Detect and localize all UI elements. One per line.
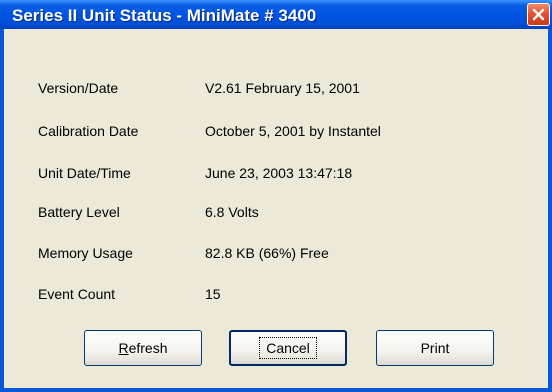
refresh-button[interactable]: Refresh	[84, 330, 202, 366]
row-label: Battery Level	[38, 204, 120, 220]
refresh-label-rest: efresh	[128, 340, 168, 356]
close-icon	[532, 8, 545, 21]
status-row-memory-usage: Memory Usage 82.8 KB (66%) Free	[38, 245, 329, 261]
status-row-unit-date-time: Unit Date/Time June 23, 2003 13:47:18	[38, 165, 352, 181]
status-row-battery-level: Battery Level 6.8 Volts	[38, 204, 259, 220]
row-value: V2.61 February 15, 2001	[205, 80, 360, 96]
title-bar[interactable]: Series II Unit Status - MiniMate # 3400	[0, 0, 552, 29]
status-row-calibration-date: Calibration Date October 5, 2001 by Inst…	[38, 123, 381, 139]
row-label: Memory Usage	[38, 245, 133, 261]
row-value: 6.8 Volts	[205, 204, 259, 220]
print-button[interactable]: Print	[376, 330, 494, 366]
row-label: Event Count	[38, 286, 116, 302]
row-value: June 23, 2003 13:47:18	[205, 165, 353, 181]
refresh-mnemonic: R	[118, 340, 129, 356]
print-button-label: Print	[420, 340, 450, 356]
close-button[interactable]	[527, 3, 550, 26]
status-row-version-date: Version/Date V2.61 February 15, 2001	[38, 80, 360, 96]
row-value: 82.8 KB (66%) Free	[205, 245, 329, 261]
row-label: Calibration Date	[38, 123, 139, 139]
row-value: October 5, 2001 by Instantel	[205, 123, 381, 139]
status-row-event-count: Event Count 15	[38, 286, 221, 302]
cancel-button[interactable]: Cancel	[229, 330, 347, 366]
row-label: Version/Date	[38, 80, 119, 96]
row-value: 15	[205, 286, 221, 302]
cancel-button-label: Cancel	[259, 337, 317, 359]
row-label: Unit Date/Time	[38, 165, 131, 181]
window-title: Series II Unit Status - MiniMate # 3400	[12, 6, 317, 25]
refresh-button-label: Refresh	[118, 340, 167, 356]
unit-status-dialog: Series II Unit Status - MiniMate # 3400 …	[0, 0, 552, 392]
